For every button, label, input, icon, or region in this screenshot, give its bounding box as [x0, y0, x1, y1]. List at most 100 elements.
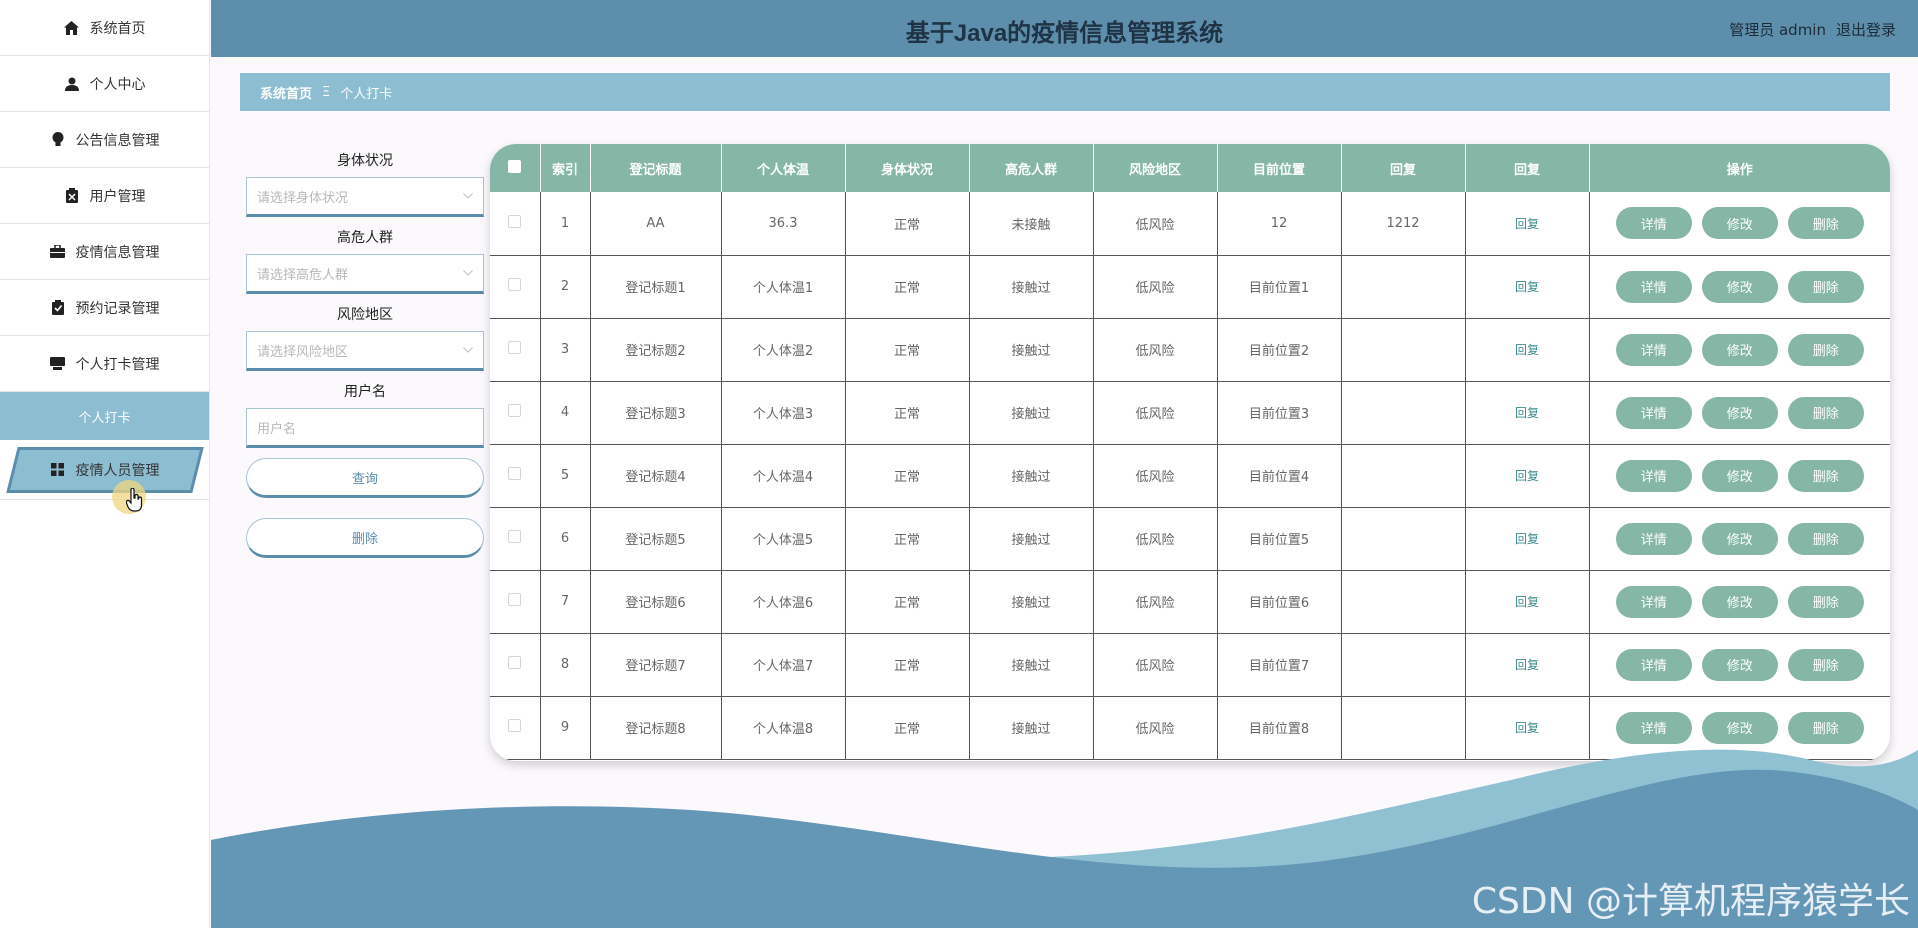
title-cell: 登记标题7: [590, 633, 722, 697]
current-user: 管理员 admin: [1729, 21, 1826, 39]
select-all-checkbox[interactable]: [508, 159, 522, 173]
reply-link[interactable]: 回复: [1515, 406, 1539, 420]
delete-button[interactable]: 删除: [246, 518, 484, 558]
sidebar-item-users[interactable]: 用户管理: [0, 168, 209, 224]
sidebar: 系统首页 个人中心 公告信息管理 用户管理 疫情信息管理 预约记录管理 个人打卡…: [0, 0, 210, 928]
checkin-table-container: 索引 登记标题 个人体温 身体状况 高危人群 风险地区 目前位置 回复 回复 操…: [490, 144, 1890, 761]
sidebar-item-checkin-manage[interactable]: 个人打卡管理: [0, 336, 209, 392]
location-cell: 12: [1217, 192, 1342, 256]
row-checkbox[interactable]: [508, 593, 522, 606]
row-checkbox[interactable]: [508, 341, 522, 354]
chevron-down-icon: [463, 193, 473, 199]
detail-button[interactable]: 详情: [1615, 396, 1692, 429]
checklist-icon: [50, 300, 66, 316]
row-delete-button[interactable]: 删除: [1787, 459, 1864, 492]
row-delete-button[interactable]: 删除: [1787, 207, 1864, 240]
reply-cell: [1341, 570, 1466, 634]
detail-button[interactable]: 详情: [1615, 522, 1692, 555]
reply-link[interactable]: 回复: [1515, 721, 1539, 735]
index-cell: 7: [540, 570, 591, 634]
sidebar-item-appointments[interactable]: 预约记录管理: [0, 280, 209, 336]
sidebar-item-label: 用户管理: [89, 188, 146, 205]
reply-cell: [1341, 507, 1466, 571]
edit-button[interactable]: 修改: [1701, 207, 1778, 240]
row-checkbox[interactable]: [508, 656, 522, 669]
detail-button[interactable]: 详情: [1615, 207, 1692, 240]
reply-link[interactable]: 回复: [1515, 532, 1539, 546]
row-checkbox[interactable]: [508, 719, 522, 732]
sidebar-item-profile[interactable]: 个人中心: [0, 56, 209, 112]
table-row: 8 登记标题7 个人体温7 正常 接触过 低风险 目前位置7 回复 详情 修改 删除: [490, 633, 1890, 697]
home-icon: [64, 20, 80, 36]
reply-link[interactable]: 回复: [1515, 469, 1539, 483]
select-all-header[interactable]: [490, 144, 541, 192]
sidebar-item-announcements[interactable]: 公告信息管理: [0, 112, 209, 168]
sidebar-item-home[interactable]: 系统首页: [0, 0, 209, 56]
row-select-cell[interactable]: [490, 570, 541, 634]
row-select-cell[interactable]: [490, 255, 541, 319]
row-select-cell[interactable]: [490, 381, 541, 445]
row-delete-button[interactable]: 删除: [1787, 522, 1864, 555]
reply-link[interactable]: 回复: [1515, 595, 1539, 609]
reply-link[interactable]: 回复: [1515, 280, 1539, 294]
username-input-placeholder: 用户名: [257, 421, 297, 437]
edit-button[interactable]: 修改: [1701, 585, 1778, 618]
risk-area-cell: 低风险: [1093, 255, 1218, 319]
detail-button[interactable]: 详情: [1615, 270, 1692, 303]
username-input[interactable]: 用户名: [246, 408, 484, 448]
actions-cell: 详情 修改 删除: [1589, 255, 1890, 319]
detail-button[interactable]: 详情: [1615, 459, 1692, 492]
sidebar-subitem-checkin[interactable]: 个人打卡: [0, 392, 209, 440]
row-checkbox[interactable]: [508, 530, 522, 543]
row-checkbox[interactable]: [508, 467, 522, 480]
row-delete-button[interactable]: 删除: [1787, 648, 1864, 681]
table-row: 6 登记标题5 个人体温5 正常 接触过 低风险 目前位置5 回复 详情 修改 删除: [490, 507, 1890, 571]
detail-button[interactable]: 详情: [1615, 648, 1692, 681]
detail-button[interactable]: 详情: [1615, 711, 1692, 744]
column-header: 个人体温: [721, 144, 846, 192]
reply-link[interactable]: 回复: [1515, 343, 1539, 357]
detail-button[interactable]: 详情: [1615, 585, 1692, 618]
reply-link[interactable]: 回复: [1515, 217, 1539, 231]
edit-button[interactable]: 修改: [1701, 711, 1778, 744]
row-checkbox[interactable]: [508, 278, 522, 291]
row-checkbox[interactable]: [508, 214, 522, 228]
row-select-cell[interactable]: [490, 192, 541, 256]
index-cell: 2: [540, 255, 591, 319]
edit-button[interactable]: 修改: [1701, 459, 1778, 492]
table-row: 1 AA 36.3 正常 未接触 低风险 12 1212 回复 详情 修改 删除: [490, 192, 1890, 256]
filter-panel: 身体状况 请选择身体状况 高危人群 请选择高危人群 风险地区 请选择风险地区 用…: [246, 150, 484, 558]
row-select-cell[interactable]: [490, 318, 541, 382]
reply-action-cell: 回复: [1465, 570, 1590, 634]
health-select[interactable]: 请选择身体状况: [246, 177, 484, 217]
edit-button[interactable]: 修改: [1701, 333, 1778, 366]
row-delete-button[interactable]: 删除: [1787, 333, 1864, 366]
sidebar-item-epidemic-info[interactable]: 疫情信息管理: [0, 224, 209, 280]
breadcrumb-current: 个人打卡: [340, 86, 393, 102]
row-select-cell[interactable]: [490, 444, 541, 508]
row-select-cell[interactable]: [490, 633, 541, 697]
row-checkbox[interactable]: [508, 404, 522, 417]
edit-button[interactable]: 修改: [1701, 270, 1778, 303]
detail-button[interactable]: 详情: [1615, 333, 1692, 366]
breadcrumb-home[interactable]: 系统首页: [260, 83, 312, 102]
row-select-cell[interactable]: [490, 507, 541, 571]
row-delete-button[interactable]: 删除: [1787, 585, 1864, 618]
edit-button[interactable]: 修改: [1701, 648, 1778, 681]
row-delete-button[interactable]: 删除: [1787, 711, 1864, 744]
row-delete-button[interactable]: 删除: [1787, 270, 1864, 303]
row-delete-button[interactable]: 删除: [1787, 396, 1864, 429]
logout-link[interactable]: 退出登录: [1836, 19, 1896, 40]
location-cell: 目前位置3: [1217, 381, 1342, 445]
reply-link[interactable]: 回复: [1515, 658, 1539, 672]
risk-area-select[interactable]: 请选择风险地区: [246, 331, 484, 371]
sidebar-item-epidemic-persons[interactable]: 疫情人员管理: [0, 440, 209, 500]
edit-button[interactable]: 修改: [1701, 396, 1778, 429]
column-header: 索引: [540, 144, 591, 192]
actions-cell: 详情 修改 删除: [1589, 633, 1890, 697]
risk-group-select[interactable]: 请选择高危人群: [246, 254, 484, 294]
edit-button[interactable]: 修改: [1701, 522, 1778, 555]
risk-group-cell: 接触过: [969, 633, 1094, 697]
delete-button-label: 删除: [351, 531, 378, 547]
search-button[interactable]: 查询: [246, 458, 484, 498]
